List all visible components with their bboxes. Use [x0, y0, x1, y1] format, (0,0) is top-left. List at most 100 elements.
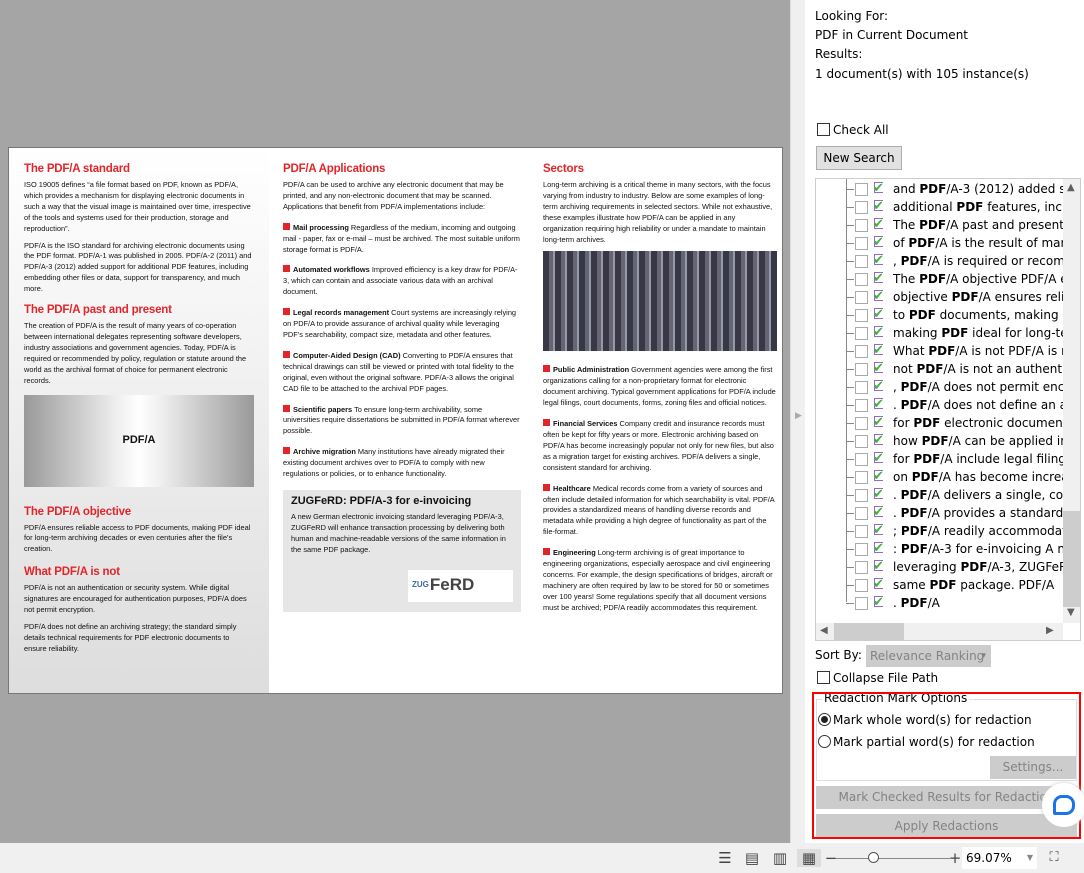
- collapse-file-path-label: Collapse File Path: [833, 671, 939, 685]
- result-item[interactable]: ✔ leveraging PDF/A-3, ZUGFeRD: [816, 558, 1063, 576]
- result-item[interactable]: ✔ ; PDF/A readily accommodates: [816, 522, 1063, 540]
- result-checkbox[interactable]: [855, 471, 868, 484]
- result-item[interactable]: ✔ The PDF/A past and present T: [816, 216, 1063, 234]
- result-item[interactable]: ✔ making PDF ideal for long-term: [816, 324, 1063, 342]
- result-checkbox[interactable]: [855, 507, 868, 520]
- fullscreen-icon[interactable]: ⛶: [1045, 849, 1063, 867]
- paragraph: Long-term archiving is a critical theme …: [543, 180, 773, 244]
- result-text: not PDF/A is not an authentic: [893, 362, 1063, 376]
- single-page-icon[interactable]: ☰: [716, 849, 734, 867]
- search-result-icon: ✔: [873, 253, 884, 268]
- result-checkbox[interactable]: [855, 561, 868, 574]
- scroll-right-icon[interactable]: ▶: [1046, 625, 1054, 636]
- chat-assistant-button[interactable]: [1042, 783, 1084, 827]
- result-checkbox[interactable]: [855, 363, 868, 376]
- result-item[interactable]: ✔ additional PDF features, includ: [816, 198, 1063, 216]
- zugferd-logo: ZUG FeRD: [408, 569, 513, 602]
- result-checkbox[interactable]: [855, 219, 868, 232]
- panel-splitter[interactable]: ▶: [790, 0, 805, 843]
- bullet-title: Automated workflows: [293, 265, 370, 275]
- checkbox[interactable]: [817, 671, 830, 684]
- result-item[interactable]: ✔ , PDF/A does not permit encry: [816, 378, 1063, 396]
- collapse-file-path-checkbox[interactable]: Collapse File Path: [817, 671, 938, 685]
- result-item[interactable]: ✔ . PDF/A delivers a single, consi: [816, 486, 1063, 504]
- result-checkbox[interactable]: [855, 543, 868, 556]
- result-item[interactable]: ✔ . PDF/A does not define an ar: [816, 396, 1063, 414]
- paragraph: PDF/A is not an authentication or securi…: [24, 583, 247, 615]
- result-checkbox[interactable]: [855, 579, 868, 592]
- result-item[interactable]: ✔ , PDF/A is required or recomm: [816, 252, 1063, 270]
- result-item[interactable]: ✔ and PDF/A-3 (2012) added su: [816, 180, 1063, 198]
- result-checkbox[interactable]: [855, 453, 868, 466]
- paragraph: PDF/A is the ISO standard for archiving …: [24, 240, 252, 294]
- horizontal-scrollbar[interactable]: ◀ ▶: [816, 623, 1063, 640]
- result-item[interactable]: ✔ same PDF package. PDF/A: [816, 576, 1063, 594]
- continuous-page-icon[interactable]: ▤: [743, 849, 761, 867]
- document-viewer[interactable]: The PDF/A standard ISO 19005 defines “a …: [0, 0, 790, 843]
- box-text: A new German electronic invoicing standa…: [291, 511, 506, 554]
- bullet-item: Automated workflows Improved efficiency …: [283, 265, 521, 298]
- result-checkbox[interactable]: [855, 399, 868, 412]
- zoom-input[interactable]: 69.07% ▼: [962, 847, 1037, 869]
- result-text: . PDF/A provides a standardize: [893, 506, 1063, 520]
- result-item[interactable]: ✔ on PDF/A has become increasi: [816, 468, 1063, 486]
- scroll-thumb[interactable]: [834, 623, 904, 640]
- result-checkbox[interactable]: [855, 201, 868, 214]
- result-checkbox[interactable]: [855, 291, 868, 304]
- checkbox[interactable]: [817, 123, 830, 136]
- result-checkbox[interactable]: [855, 381, 868, 394]
- column-middle: PDF/A Applications PDF/A can be used to …: [277, 148, 527, 693]
- search-result-icon: ✔: [873, 217, 884, 232]
- result-checkbox[interactable]: [855, 273, 868, 286]
- result-item[interactable]: ✔ What PDF/A is not PDF/A is no: [816, 342, 1063, 360]
- scroll-up-icon[interactable]: ▲: [1067, 182, 1075, 193]
- new-search-button[interactable]: New Search: [816, 146, 902, 170]
- result-checkbox[interactable]: [855, 489, 868, 502]
- continuous-facing-icon[interactable]: ▦: [797, 849, 821, 867]
- result-checkbox[interactable]: [855, 417, 868, 430]
- search-result-icon: ✔: [873, 523, 884, 538]
- result-item[interactable]: ✔ . PDF/A provides a standardize: [816, 504, 1063, 522]
- result-item[interactable]: ✔: PDF/A-3 for e-invoicing A ne: [816, 540, 1063, 558]
- result-checkbox[interactable]: [855, 309, 868, 322]
- scroll-down-icon[interactable]: ▼: [1067, 607, 1075, 618]
- search-result-icon: ✔: [873, 235, 884, 250]
- highlight-box: [812, 692, 1081, 839]
- vertical-scrollbar[interactable]: ▲ ▼: [1063, 179, 1080, 623]
- collapse-arrow-icon[interactable]: ▶: [795, 411, 802, 421]
- result-item[interactable]: ✔ how PDF/A can be applied in a: [816, 432, 1063, 450]
- zoom-slider-knob[interactable]: [868, 852, 879, 863]
- scroll-left-icon[interactable]: ◀: [820, 625, 828, 636]
- result-text: same PDF package. PDF/A: [893, 578, 1055, 592]
- facing-page-icon[interactable]: ▥: [771, 849, 789, 867]
- archive-image: PDF/A: [24, 394, 254, 487]
- result-item[interactable]: ✔ for PDF/A include legal filings,: [816, 450, 1063, 468]
- result-item[interactable]: ✔ for PDF electronic documents: [816, 414, 1063, 432]
- heading: The PDF/A past and present: [24, 304, 172, 317]
- scroll-thumb[interactable]: [1063, 511, 1080, 607]
- result-item[interactable]: ✔ . PDF/A: [816, 594, 1063, 612]
- result-checkbox[interactable]: [855, 255, 868, 268]
- result-checkbox[interactable]: [855, 183, 868, 196]
- result-checkbox[interactable]: [855, 525, 868, 538]
- result-item[interactable]: ✔ of PDF/A is the result of many: [816, 234, 1063, 252]
- result-checkbox[interactable]: [855, 345, 868, 358]
- result-checkbox[interactable]: [855, 597, 868, 610]
- bullet-item: Healthcare Medical records come from a v…: [543, 483, 777, 539]
- sort-by-select[interactable]: Relevance Ranking ▾: [866, 645, 991, 667]
- heading: PDF/A Applications: [283, 163, 386, 175]
- result-checkbox[interactable]: [855, 435, 868, 448]
- zoom-slider[interactable]: [836, 858, 950, 859]
- result-item[interactable]: ✔ not PDF/A is not an authentic: [816, 360, 1063, 378]
- bullet-item: Archive migration Many institutions have…: [283, 447, 521, 480]
- search-result-icon: ✔: [873, 415, 884, 430]
- search-result-icon: ✔: [873, 325, 884, 340]
- heading: The PDF/A standard: [24, 163, 130, 175]
- result-item[interactable]: ✔ objective PDF/A ensures reliab: [816, 288, 1063, 306]
- result-checkbox[interactable]: [855, 327, 868, 340]
- check-all-checkbox[interactable]: Check All: [817, 123, 889, 137]
- result-item[interactable]: ✔ to PDF documents, making PD: [816, 306, 1063, 324]
- result-item[interactable]: ✔ The PDF/A objective PDF/A en: [816, 270, 1063, 288]
- result-checkbox[interactable]: [855, 237, 868, 250]
- search-result-icon: ✔: [873, 433, 884, 448]
